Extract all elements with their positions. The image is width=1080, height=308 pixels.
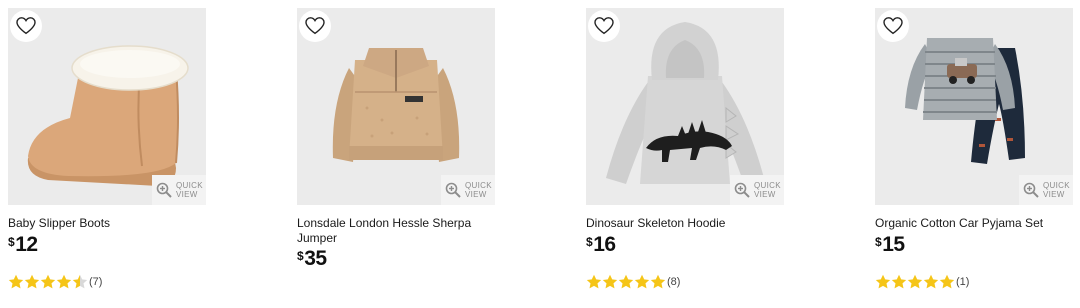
product-image[interactable]: QUICK VIEW bbox=[875, 8, 1073, 205]
favourite-button[interactable] bbox=[299, 10, 331, 42]
price-currency: $ bbox=[875, 235, 882, 249]
product-price: $35 bbox=[297, 247, 327, 271]
favourite-button[interactable] bbox=[877, 10, 909, 42]
quick-view-button[interactable]: QUICK VIEW bbox=[441, 175, 495, 205]
star-icon bbox=[56, 274, 72, 289]
review-count: (7) bbox=[89, 276, 103, 288]
star-icon bbox=[650, 274, 666, 289]
product-image[interactable]: QUICK VIEW bbox=[586, 8, 784, 205]
star-icon bbox=[891, 274, 907, 289]
product-name[interactable]: Organic Cotton Car Pyjama Set bbox=[875, 216, 1075, 231]
product-rating[interactable]: (8) bbox=[586, 274, 680, 290]
rating-stars bbox=[8, 274, 88, 290]
star-icon bbox=[40, 274, 56, 289]
star-icon bbox=[618, 274, 634, 289]
magnifier-plus-icon bbox=[156, 182, 172, 198]
product-price: $15 bbox=[875, 233, 905, 257]
product-card[interactable]: QUICK VIEW Baby Slipper Boots $12 (7) bbox=[8, 0, 213, 308]
review-count: (8) bbox=[667, 276, 681, 288]
star-icon bbox=[8, 274, 24, 289]
price-value: 35 bbox=[304, 247, 327, 270]
star-icon bbox=[923, 274, 939, 289]
product-name[interactable]: Baby Slipper Boots bbox=[8, 216, 208, 231]
star-icon bbox=[939, 274, 955, 289]
price-value: 16 bbox=[593, 233, 616, 256]
rating-stars bbox=[586, 274, 666, 290]
magnifier-plus-icon bbox=[1023, 182, 1039, 198]
review-count: (1) bbox=[956, 276, 970, 288]
price-currency: $ bbox=[297, 249, 304, 263]
quick-view-label: QUICK VIEW bbox=[176, 181, 203, 199]
product-card[interactable]: QUICK VIEW Organic Cotton Car Pyjama Set… bbox=[875, 0, 1080, 308]
star-icon bbox=[907, 274, 923, 289]
price-value: 12 bbox=[15, 233, 38, 256]
product-rating[interactable]: (1) bbox=[875, 274, 969, 290]
heart-outline-icon bbox=[594, 17, 614, 35]
magnifier-plus-icon bbox=[445, 182, 461, 198]
price-currency: $ bbox=[8, 235, 15, 249]
heart-outline-icon bbox=[883, 17, 903, 35]
product-card[interactable]: QUICK VIEW Lonsdale London Hessle Sherpa… bbox=[297, 0, 502, 308]
magnifier-plus-icon bbox=[734, 182, 750, 198]
star-icon bbox=[602, 274, 618, 289]
price-value: 15 bbox=[882, 233, 905, 256]
star-icon bbox=[875, 274, 891, 289]
heart-outline-icon bbox=[16, 17, 36, 35]
product-image[interactable]: QUICK VIEW bbox=[297, 8, 495, 205]
quick-view-label: QUICK VIEW bbox=[754, 181, 781, 199]
quick-view-button[interactable]: QUICK VIEW bbox=[152, 175, 206, 205]
product-card[interactable]: QUICK VIEW Dinosaur Skeleton Hoodie $16 … bbox=[586, 0, 791, 308]
product-price: $12 bbox=[8, 233, 38, 257]
rating-stars bbox=[875, 274, 955, 290]
star-icon bbox=[24, 274, 40, 289]
quick-view-button[interactable]: QUICK VIEW bbox=[730, 175, 784, 205]
star-icon bbox=[586, 274, 602, 289]
favourite-button[interactable] bbox=[10, 10, 42, 42]
favourite-button[interactable] bbox=[588, 10, 620, 42]
price-currency: $ bbox=[586, 235, 593, 249]
quick-view-label: QUICK VIEW bbox=[1043, 181, 1070, 199]
quick-view-button[interactable]: QUICK VIEW bbox=[1019, 175, 1073, 205]
product-name[interactable]: Dinosaur Skeleton Hoodie bbox=[586, 216, 786, 231]
product-name[interactable]: Lonsdale London Hessle Sherpa Jumper bbox=[297, 216, 497, 246]
product-price: $16 bbox=[586, 233, 616, 257]
heart-outline-icon bbox=[305, 17, 325, 35]
star-icon bbox=[634, 274, 650, 289]
quick-view-label: QUICK VIEW bbox=[465, 181, 492, 199]
product-rating[interactable]: (7) bbox=[8, 274, 102, 290]
star-icon bbox=[72, 274, 88, 289]
product-image[interactable]: QUICK VIEW bbox=[8, 8, 206, 205]
